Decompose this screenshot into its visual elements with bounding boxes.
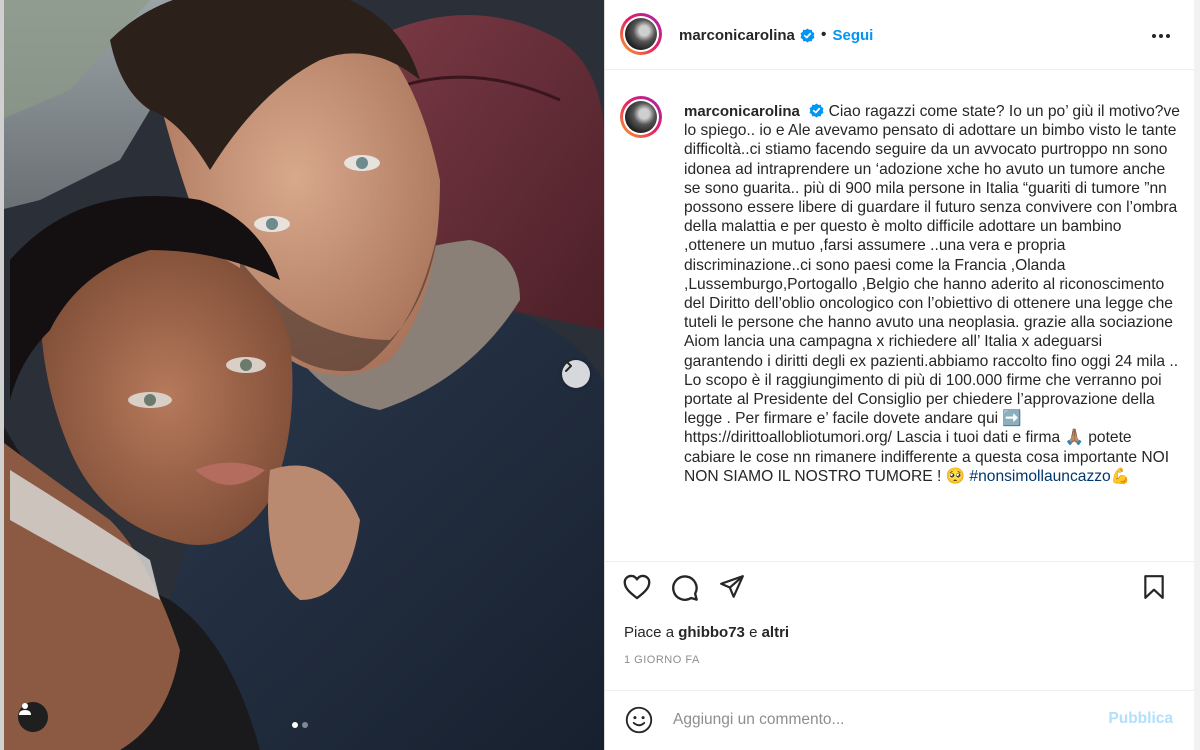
carousel-dot [302,722,308,728]
likes-and: e [749,624,758,641]
hashtag-emoji: 💪 [1110,467,1131,485]
scrollbar[interactable] [1194,0,1200,750]
save-button[interactable] [1143,574,1165,605]
caption-avatar-image [625,101,657,133]
caption-username[interactable]: marconicarolina [684,103,800,120]
like-button[interactable] [623,574,651,605]
window-edge [0,0,4,750]
post-header: marconicarolina • Segui [605,0,1195,70]
share-button[interactable] [719,574,745,605]
comment-bar: Pubblica [605,690,1195,750]
publish-button[interactable]: Pubblica [1108,710,1173,728]
likes-summary: Piace a ghibbo73 e altri [624,624,789,641]
emoji-button[interactable] [625,706,653,739]
likes-others-link[interactable]: altri [762,624,790,641]
carousel-dot-active [292,722,298,728]
likes-user-link[interactable]: ghibbo73 [678,624,745,641]
carousel-next-button[interactable] [562,360,590,388]
verified-badge-icon [809,103,824,118]
comment-icon [672,575,698,601]
chevron-right-icon [565,360,572,372]
bookmark-icon [1144,575,1164,599]
hashtag-link[interactable]: #nonsimollauncazzo [969,468,1110,485]
verified-badge-icon [800,27,815,43]
post-timestamp[interactable]: 1 GIORNO FA [624,654,700,666]
action-bar [605,562,1195,612]
caption-avatar[interactable] [620,96,662,138]
caption-text: Ciao ragazzi come state? Io un po’ giù i… [684,103,1185,485]
carousel-dots [292,722,308,728]
likes-prefix: Piace a [624,624,675,641]
post-photo[interactable] [0,0,604,750]
photo-illustration [0,0,604,750]
avatar-image [625,18,657,50]
header-username[interactable]: marconicarolina [679,27,795,44]
caption: marconicarolina Ciao ragazzi come state?… [684,102,1184,486]
caption-area: marconicarolina Ciao ragazzi come state?… [605,70,1195,562]
more-options-icon [1152,34,1170,38]
post-side-panel: marconicarolina • Segui marconicarolina … [604,0,1200,750]
emoji-icon [625,706,653,734]
heart-icon [623,574,651,600]
comment-button[interactable] [671,574,699,607]
separator-dot: • [820,26,827,43]
comment-input[interactable] [671,707,1095,733]
user-tag-icon [19,703,31,715]
more-options-button[interactable] [1151,26,1171,51]
follow-button[interactable]: Segui [833,27,874,44]
avatar[interactable] [620,13,662,55]
user-tag-button[interactable] [18,702,48,732]
share-icon [720,575,744,598]
